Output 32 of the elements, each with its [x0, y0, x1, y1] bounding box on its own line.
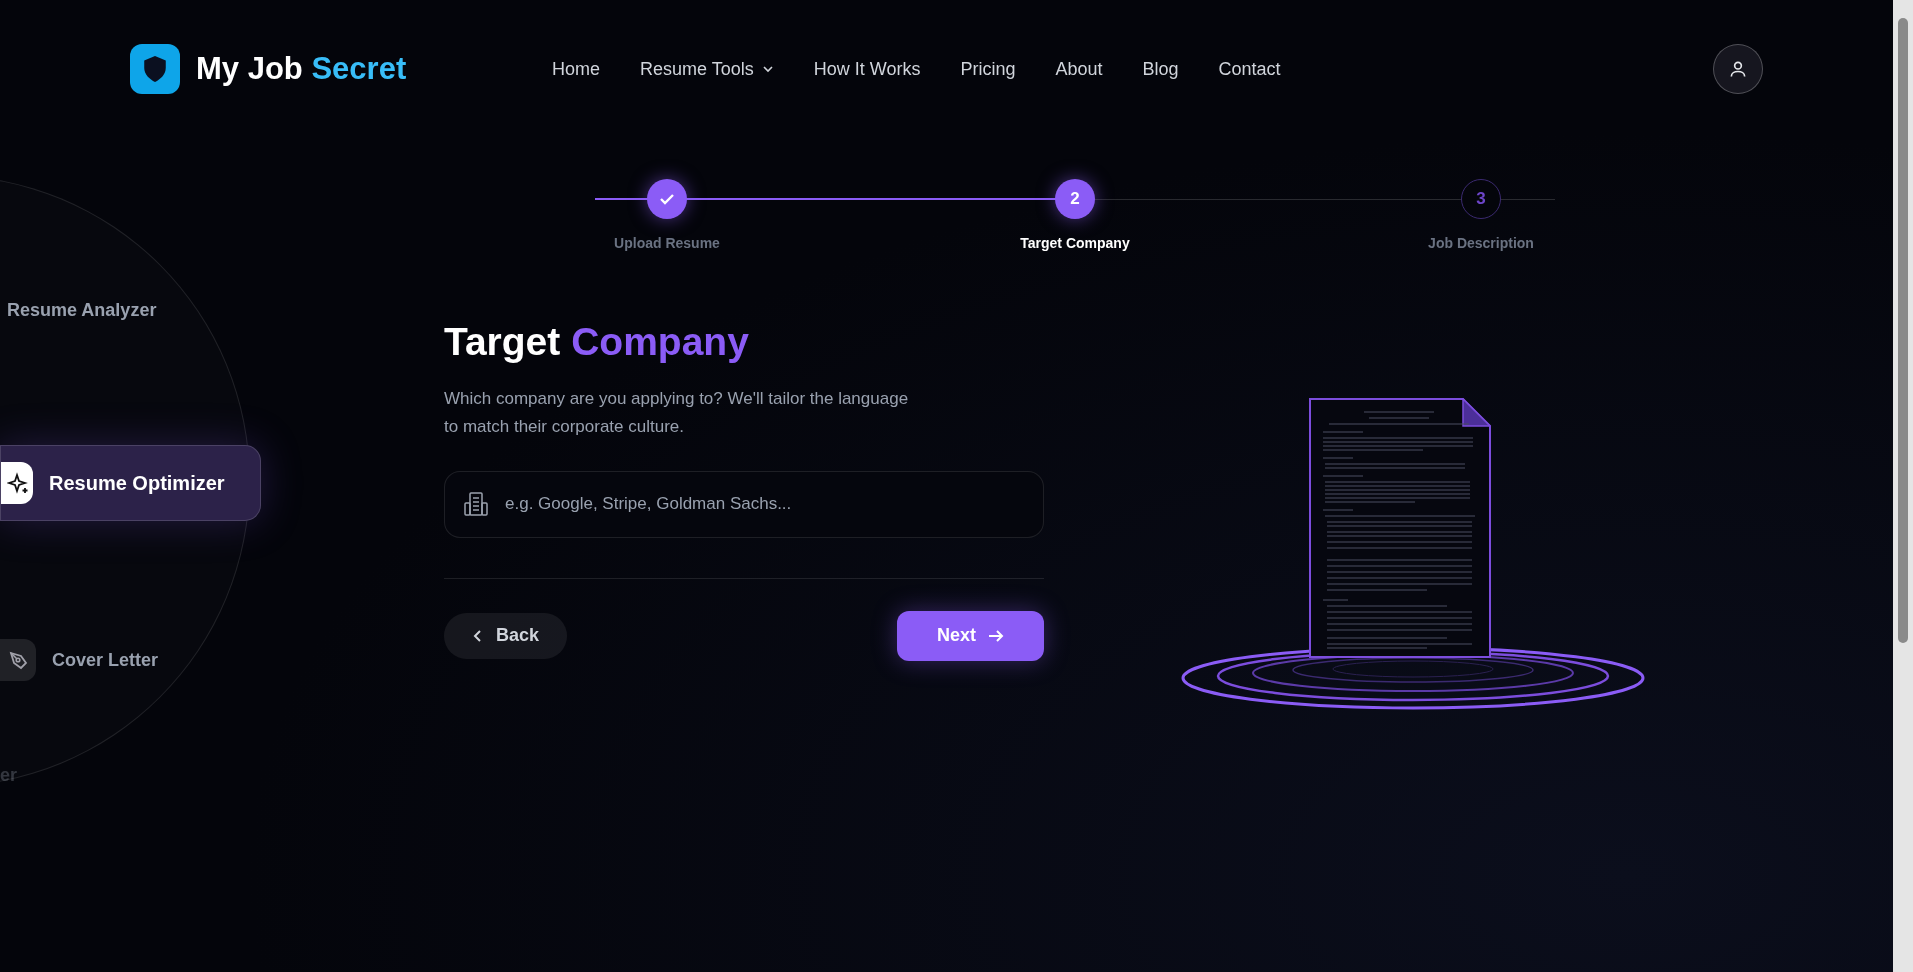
step-label: Job Description — [1428, 234, 1534, 253]
nav-link[interactable]: Pricing — [960, 55, 1016, 83]
shield-logo-icon[interactable] — [130, 44, 180, 94]
arrow-right-icon — [988, 628, 1004, 643]
form-description: Which company are you applying to? We'll tailor the language to match their corporate culture. — [444, 387, 910, 438]
tool-wheel-item-active[interactable]: Resume Optimizer — [0, 445, 261, 521]
chevron-down-icon — [761, 65, 774, 73]
pen-nib-icon — [0, 639, 36, 681]
sparkles-icon — [1, 462, 33, 504]
company-input-field[interactable]: e.g. Google, Stripe, Goldman Sachs... — [444, 470, 1044, 538]
step-number-marker: 2 — [1055, 179, 1095, 219]
tool-wheel-item[interactable]: Cover Letter — [0, 640, 159, 680]
step-label: Target Company — [1020, 234, 1130, 253]
step-label: Upload Resume — [614, 234, 720, 253]
tool-wheel-item[interactable]: Resume Analyzer — [7, 290, 157, 330]
nav-link[interactable]: Contact — [1218, 55, 1281, 83]
chevron-left-icon — [472, 628, 484, 643]
nav-link[interactable]: How It Works — [813, 55, 921, 83]
scrollbar[interactable] — [1893, 0, 1913, 972]
nav-link[interactable]: Home — [552, 55, 600, 83]
nav-link[interactable]: About — [1055, 55, 1103, 83]
step-number-marker: 3 — [1461, 179, 1501, 219]
nav-link[interactable]: Blog — [1142, 55, 1179, 83]
brand-name[interactable]: My Job Secret — [196, 45, 407, 93]
user-icon — [1728, 59, 1748, 79]
form-title: Target Company — [444, 319, 750, 365]
user-account-button[interactable] — [1713, 44, 1763, 94]
back-button[interactable]: Back — [444, 612, 568, 659]
building-icon — [464, 490, 488, 517]
nav-link[interactable]: Resume Tools — [640, 55, 774, 83]
next-button[interactable]: Next — [897, 610, 1044, 661]
checkmark-icon — [659, 193, 675, 205]
